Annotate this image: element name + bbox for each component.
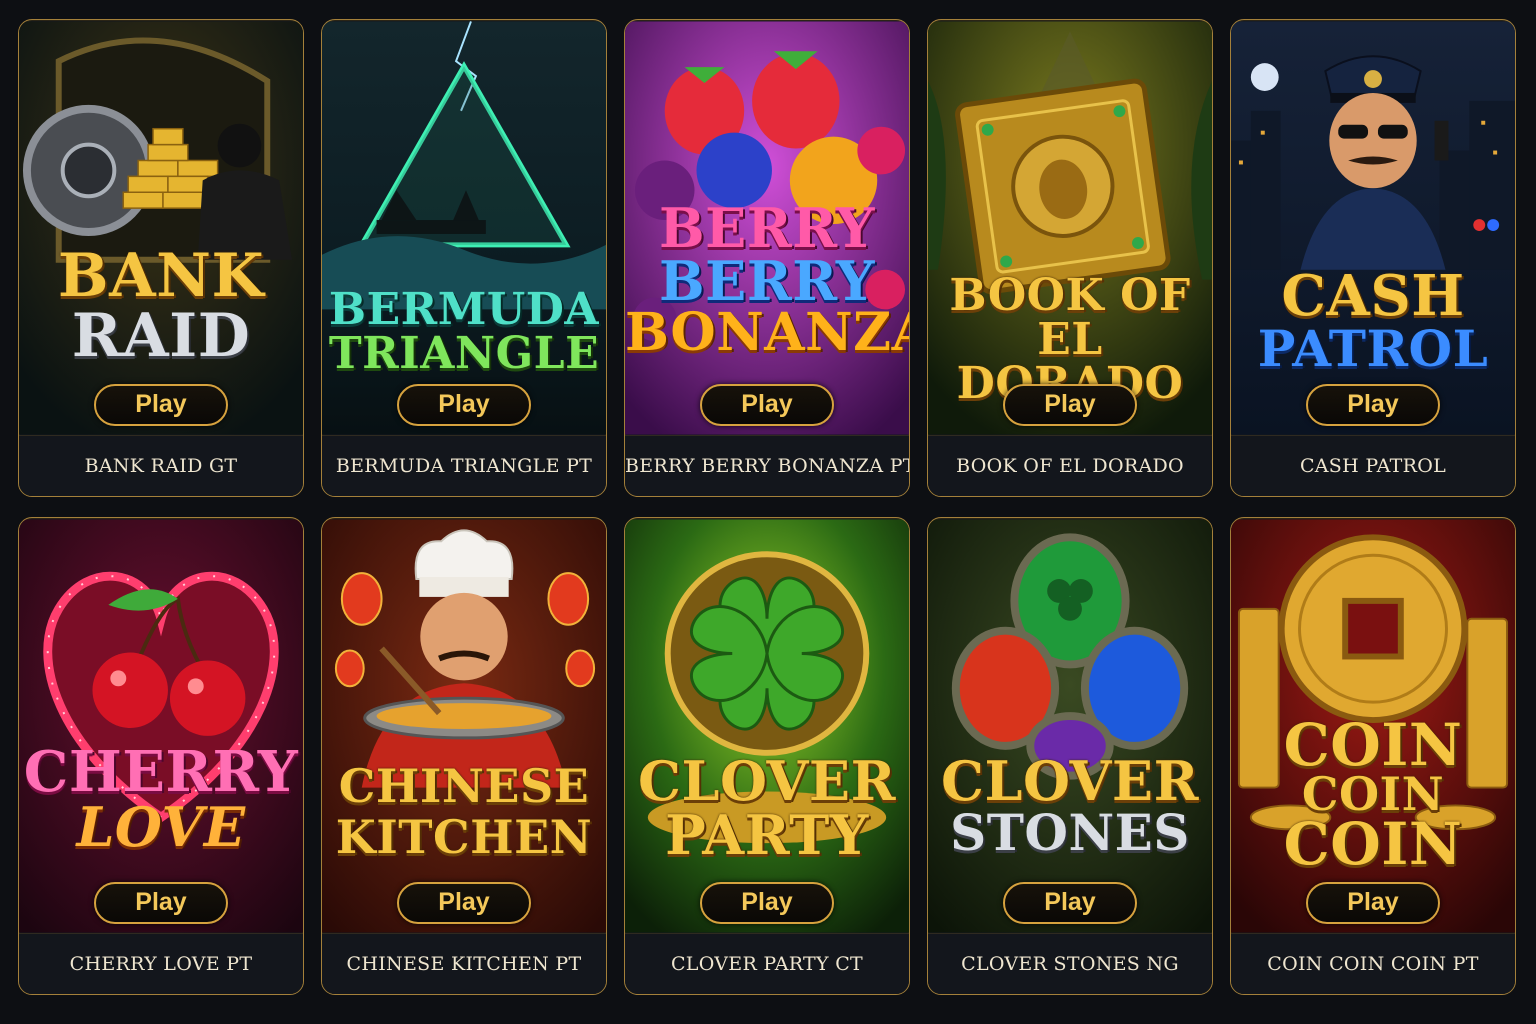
game-title: CLOVER PARTY CT xyxy=(625,933,909,994)
play-button[interactable]: Play xyxy=(94,882,228,924)
clover-gems-icon xyxy=(928,519,1212,933)
game-card[interactable]: BOOK OF EL DORADO Play BOOK OF EL DORADO xyxy=(927,19,1213,497)
game-thumbnail[interactable]: BOOK OF EL DORADO Play xyxy=(928,20,1212,436)
game-grid: BANK RAID Play BANK RAID GT BERMUDA TRIA… xyxy=(18,19,1516,995)
chef-icon xyxy=(322,519,606,933)
game-card[interactable]: COIN COIN COIN Play COIN COIN COIN PT xyxy=(1230,517,1516,995)
play-button[interactable]: Play xyxy=(1306,882,1440,924)
vault-robber-icon xyxy=(19,21,303,435)
game-logo: CLOVER STONES xyxy=(941,749,1199,862)
game-logo: CASH PATROL xyxy=(1257,263,1489,378)
play-button[interactable]: Play xyxy=(1003,882,1137,924)
game-title: BANK RAID GT xyxy=(19,435,303,496)
game-thumbnail[interactable]: BERRY BERRY BONANZA Play xyxy=(625,20,909,436)
game-thumbnail[interactable]: CASH PATROL Play xyxy=(1231,20,1515,436)
game-title: BERRY BERRY BONANZA PT xyxy=(625,435,909,496)
game-thumbnail[interactable]: CLOVER PARTY Play xyxy=(625,518,909,934)
game-title: COIN COIN COIN PT xyxy=(1231,933,1515,994)
game-card[interactable]: CLOVER PARTY Play CLOVER PARTY CT xyxy=(624,517,910,995)
play-button[interactable]: Play xyxy=(94,384,228,426)
game-card[interactable]: CASH PATROL Play CASH PATROL xyxy=(1230,19,1516,497)
game-thumbnail[interactable]: COIN COIN COIN Play xyxy=(1231,518,1515,934)
game-title: CLOVER STONES NG xyxy=(928,933,1212,994)
play-button[interactable]: Play xyxy=(397,384,531,426)
cherries-icon xyxy=(19,519,303,933)
play-button[interactable]: Play xyxy=(1003,384,1137,426)
play-button[interactable]: Play xyxy=(700,384,834,426)
game-card[interactable]: BANK RAID Play BANK RAID GT xyxy=(18,19,304,497)
game-thumbnail[interactable]: CLOVER STONES Play xyxy=(928,518,1212,934)
play-button[interactable]: Play xyxy=(397,882,531,924)
game-logo: CLOVER PARTY xyxy=(638,749,896,867)
game-logo: BERMUDA TRIANGLE xyxy=(328,284,600,379)
game-title: CHINESE KITCHEN PT xyxy=(322,933,606,994)
game-logo: BANK RAID xyxy=(57,241,265,371)
game-title: CHERRY LOVE PT xyxy=(19,933,303,994)
game-thumbnail[interactable]: BANK RAID Play xyxy=(19,20,303,436)
game-title: BERMUDA TRIANGLE PT xyxy=(322,435,606,496)
game-card[interactable]: BERMUDA TRIANGLE Play BERMUDA TRIANGLE P… xyxy=(321,19,607,497)
game-card[interactable]: BERRY BERRY BONANZA Play BERRY BERRY BON… xyxy=(624,19,910,497)
game-title: CASH PATROL xyxy=(1231,435,1515,496)
game-logo: CHERRY LOVE xyxy=(23,739,299,859)
game-card[interactable]: CLOVER STONES Play CLOVER STONES NG xyxy=(927,517,1213,995)
game-logo: CHINESE KITCHEN xyxy=(335,759,593,864)
game-thumbnail[interactable]: BERMUDA TRIANGLE Play xyxy=(322,20,606,436)
game-logo: COIN COIN COIN xyxy=(1283,711,1463,878)
play-button[interactable]: Play xyxy=(1306,384,1440,426)
game-thumbnail[interactable]: CHERRY LOVE Play xyxy=(19,518,303,934)
play-button[interactable]: Play xyxy=(700,882,834,924)
game-card[interactable]: CHINESE KITCHEN Play CHINESE KITCHEN PT xyxy=(321,517,607,995)
game-logo: BERRY BERRY BONANZA xyxy=(625,196,909,363)
game-thumbnail[interactable]: CHINESE KITCHEN Play xyxy=(322,518,606,934)
game-card[interactable]: CHERRY LOVE Play CHERRY LOVE PT xyxy=(18,517,304,995)
four-leaf-clover-icon xyxy=(625,519,909,933)
game-title: BOOK OF EL DORADO xyxy=(928,435,1212,496)
